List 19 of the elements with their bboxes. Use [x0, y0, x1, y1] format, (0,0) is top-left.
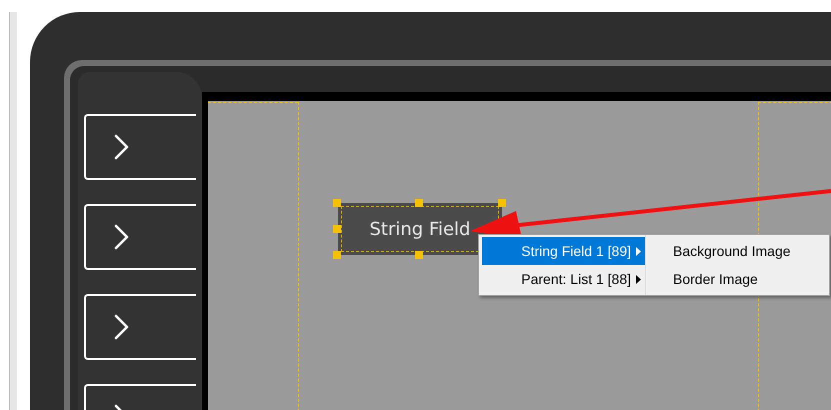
resize-handle[interactable] — [415, 199, 423, 207]
submenu-item[interactable]: Border Image — [646, 265, 829, 293]
menu-item[interactable]: Parent: List 1 [88] — [482, 265, 645, 293]
chevron-right-icon — [114, 314, 130, 340]
softkey[interactable] — [84, 294, 196, 360]
resize-handle[interactable] — [498, 199, 506, 207]
submenu-arrow-icon — [636, 246, 641, 256]
chevron-right-icon — [114, 134, 130, 160]
submenu-arrow-icon — [636, 274, 641, 284]
softkey[interactable] — [84, 204, 196, 270]
chevron-right-icon — [114, 224, 130, 250]
resize-handle[interactable] — [333, 251, 341, 259]
softkey[interactable] — [84, 114, 196, 180]
resize-handle[interactable] — [415, 251, 423, 259]
menu-item[interactable]: String Field 1 [89] — [482, 237, 645, 265]
widget-label: String Field — [370, 218, 470, 242]
resize-handle[interactable] — [333, 199, 341, 207]
resize-handle[interactable] — [333, 225, 341, 233]
submenu-item[interactable]: Background Image — [646, 237, 829, 265]
